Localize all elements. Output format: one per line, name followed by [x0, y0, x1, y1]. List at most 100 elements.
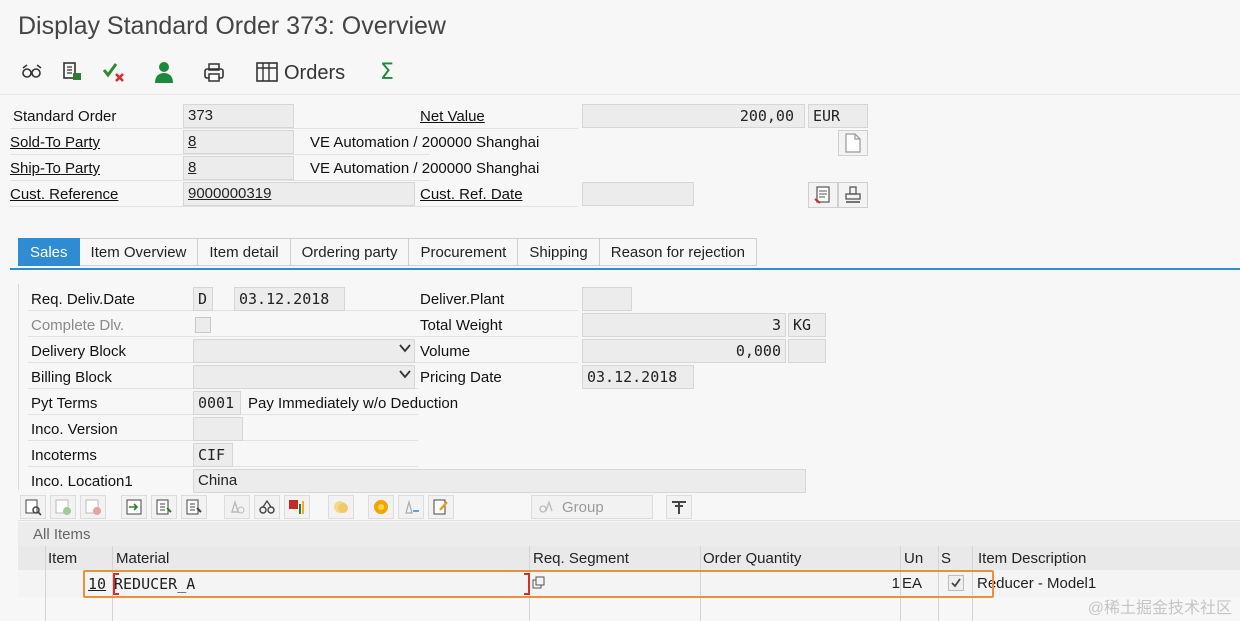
tab-item-overview[interactable]: Item Overview	[79, 238, 199, 266]
all-items-title: All Items	[33, 526, 91, 543]
ship-to-party-field[interactable]: 8	[183, 156, 294, 180]
deliver-plant-label: Deliver.Plant	[420, 291, 505, 308]
tab-procurement[interactable]: Procurement	[409, 238, 519, 266]
volume-unit-field	[788, 339, 826, 363]
chevron-down-icon	[399, 368, 411, 383]
billing-block-label: Billing Block	[31, 369, 112, 386]
net-value-field: 200,00	[582, 104, 805, 128]
table-row[interactable]	[18, 597, 1240, 621]
cust-reference-label[interactable]: Cust. Reference	[10, 186, 118, 203]
complete-dlv-label: Complete Dlv.	[31, 317, 125, 334]
deliver-plant-field	[582, 287, 632, 311]
document-print-icon[interactable]	[58, 58, 86, 86]
complete-dlv-checkbox[interactable]	[195, 317, 211, 333]
group-icon	[538, 499, 554, 519]
inco-location-label: Inco. Location1	[31, 473, 133, 490]
item-details-icon[interactable]	[20, 495, 46, 519]
check-cross-icon[interactable]	[100, 58, 128, 86]
select-all-icon[interactable]	[121, 495, 147, 519]
delivery-block-label: Delivery Block	[31, 343, 127, 360]
application-toolbar: Orders Σ	[0, 50, 1240, 95]
ship-to-party-description: VE Automation / 200000 Shanghai	[310, 160, 540, 177]
items-table-header: Item Material Req. Segment Order Quantit…	[18, 546, 1240, 570]
configuration-icon[interactable]	[224, 495, 250, 519]
sold-to-party-field[interactable]: 8	[183, 130, 294, 154]
column-header-material[interactable]: Material	[116, 550, 169, 567]
column-header-req-segment[interactable]: Req. Segment	[533, 550, 629, 567]
orders-button[interactable]: Orders	[284, 62, 345, 85]
tab-underline	[10, 268, 1240, 270]
availability-check-icon[interactable]	[368, 495, 394, 519]
document-icon[interactable]	[838, 130, 868, 156]
tab-item-detail[interactable]: Item detail	[198, 238, 291, 266]
sold-to-party-label[interactable]: Sold-To Party	[10, 134, 100, 151]
watermark: @稀土掘金技术社区	[1087, 600, 1232, 617]
currency-field: EUR	[808, 104, 868, 128]
tab-strip: Sales Item Overview Item detail Ordering…	[18, 238, 757, 266]
inco-location-field[interactable]: China	[193, 469, 806, 493]
partner-person-icon[interactable]	[150, 58, 178, 86]
column-header-un[interactable]: Un	[904, 550, 923, 567]
glasses-display-icon[interactable]	[18, 58, 46, 86]
cust-ref-date-label[interactable]: Cust. Ref. Date	[420, 186, 523, 203]
incoterms-label: Incoterms	[31, 447, 97, 464]
row-highlight-box	[83, 570, 994, 598]
standard-order-label: Standard Order	[13, 108, 117, 125]
ship-to-party-label[interactable]: Ship-To Party	[10, 160, 100, 177]
column-header-s[interactable]: S	[941, 550, 951, 567]
group-button[interactable]: Group	[531, 495, 653, 519]
all-items-section-header: All Items	[18, 522, 1240, 546]
text-edit-icon[interactable]	[398, 495, 424, 519]
inco-version-label: Inco. Version	[31, 421, 118, 438]
column-header-item-description[interactable]: Item Description	[978, 550, 1086, 567]
pyt-terms-field[interactable]: 0001	[193, 391, 241, 415]
standard-order-field: 373	[183, 104, 294, 128]
delete-row-icon[interactable]	[80, 495, 106, 519]
group-button-label: Group	[562, 498, 604, 516]
pyt-terms-label: Pyt Terms	[31, 395, 98, 412]
req-deliv-date-type-field[interactable]: D	[193, 287, 213, 311]
orders-grid-icon[interactable]	[253, 58, 281, 86]
tab-shipping[interactable]: Shipping	[518, 238, 600, 266]
deselect-all-icon[interactable]	[181, 495, 207, 519]
output-printer-icon[interactable]	[200, 58, 228, 86]
cust-reference-field[interactable]: 9000000319	[183, 182, 415, 206]
inco-version-field[interactable]	[193, 417, 243, 441]
volume-field: 0,000	[582, 339, 786, 363]
items-grid-toolbar: Group	[18, 494, 1240, 521]
pricing-date-label: Pricing Date	[420, 369, 502, 386]
tab-reason-for-rejection[interactable]: Reason for rejection	[599, 238, 757, 266]
pricing-coins-icon[interactable]	[328, 495, 354, 519]
schedule-lines-icon[interactable]	[284, 495, 310, 519]
billing-block-select[interactable]	[193, 365, 415, 389]
req-deliv-date-label: Req. Deliv.Date	[31, 291, 135, 308]
incoterms-field[interactable]: CIF	[193, 443, 233, 467]
net-value-label[interactable]: Net Value	[420, 108, 485, 125]
sigma-sum-icon[interactable]: Σ	[373, 58, 401, 86]
total-weight-field: 3	[582, 313, 786, 337]
req-deliv-date-field[interactable]: 03.12.2018	[234, 287, 345, 311]
sold-to-party-description: VE Automation / 200000 Shanghai	[310, 134, 540, 151]
insert-row-icon[interactable]	[50, 495, 76, 519]
tab-ordering-party[interactable]: Ordering party	[290, 238, 410, 266]
select-block-icon[interactable]	[151, 495, 177, 519]
reference-document-icon[interactable]	[808, 182, 838, 208]
tab-sales[interactable]: Sales	[18, 238, 80, 266]
column-header-order-quantity[interactable]: Order Quantity	[703, 550, 801, 567]
stamp-icon[interactable]	[838, 182, 868, 208]
column-separator	[45, 546, 46, 621]
pyt-terms-description: Pay Immediately w/o Deduction	[248, 395, 459, 412]
title-bar: Display Standard Order 373: Overview	[0, 0, 1240, 50]
volume-label: Volume	[420, 343, 471, 360]
total-weight-unit-field: KG	[788, 313, 826, 337]
chevron-down-icon	[399, 342, 411, 357]
column-header-item[interactable]: Item	[48, 550, 77, 567]
cust-ref-date-field	[582, 182, 694, 206]
conditions-icon[interactable]	[254, 495, 280, 519]
page-title: Display Standard Order 373: Overview	[18, 12, 446, 40]
document-edit-icon[interactable]	[428, 495, 454, 519]
row-item-description[interactable]: Reducer - Model1	[977, 575, 1096, 592]
pricing-date-field: 03.12.2018	[582, 365, 694, 389]
delivery-block-select[interactable]	[193, 339, 415, 363]
layout-tools-icon[interactable]	[666, 495, 692, 519]
